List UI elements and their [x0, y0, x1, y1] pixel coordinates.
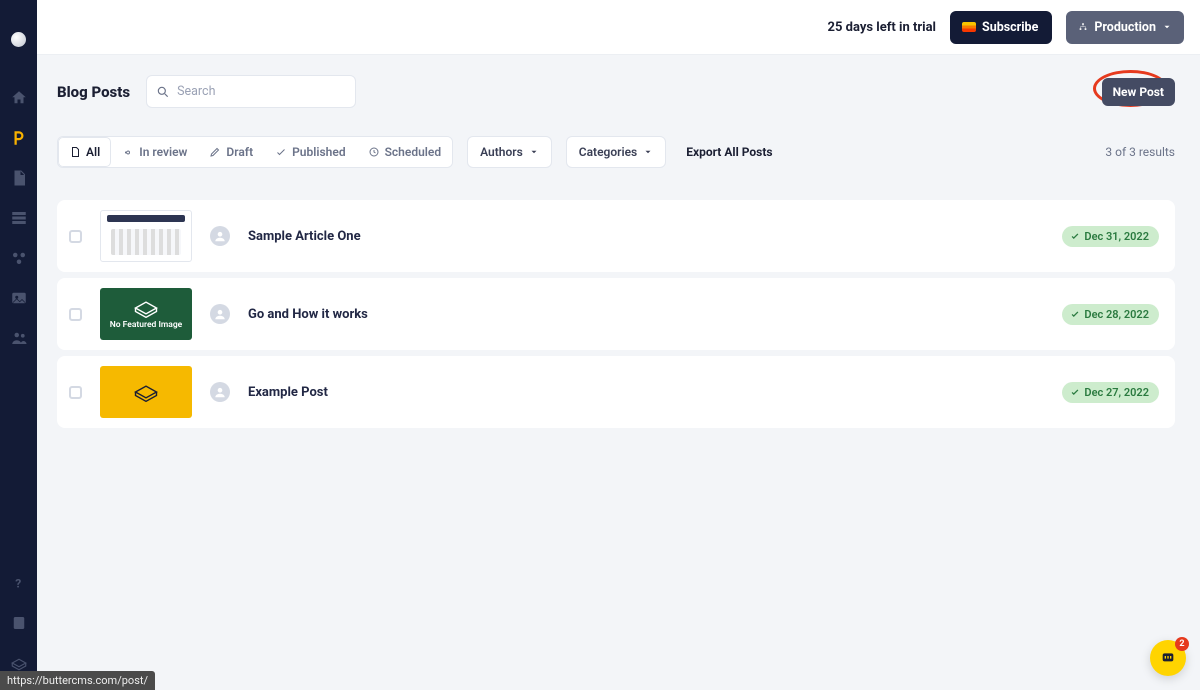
status-pill: Dec 28, 2022 [1062, 304, 1159, 325]
sidebar: ? [0, 0, 37, 690]
post-row[interactable]: Sample Article One Dec 31, 2022 [57, 200, 1175, 272]
environment-button[interactable]: Production [1066, 11, 1184, 44]
post-thumbnail: No Featured Image [100, 288, 192, 340]
filter-draft[interactable]: Draft [198, 137, 264, 167]
subscribe-label: Subscribe [982, 20, 1038, 35]
users-icon[interactable] [10, 329, 28, 347]
filter-published[interactable]: Published [264, 137, 356, 167]
status-pill: Dec 31, 2022 [1062, 226, 1159, 247]
chevron-down-icon [529, 147, 539, 157]
checkbox[interactable] [69, 230, 82, 243]
filter-all[interactable]: All [58, 137, 111, 167]
trial-text: 25 days left in trial [828, 20, 936, 35]
clock-icon [368, 146, 380, 158]
media-icon[interactable] [10, 289, 28, 307]
author-avatar [210, 304, 230, 324]
collections-icon[interactable] [10, 209, 28, 227]
post-title-link[interactable]: Go and How it works [248, 307, 368, 322]
search-wrap [146, 75, 356, 108]
search-input[interactable] [146, 75, 356, 108]
main: 25 days left in trial Subscribe Producti… [37, 0, 1200, 690]
checkbox[interactable] [69, 386, 82, 399]
subscribe-button[interactable]: Subscribe [950, 11, 1052, 44]
new-post-button[interactable]: New Post [1102, 78, 1175, 106]
components-icon[interactable] [10, 249, 28, 267]
check-icon [1070, 387, 1080, 397]
post-thumbnail [100, 366, 192, 418]
topbar: 25 days left in trial Subscribe Producti… [37, 0, 1200, 55]
results-count: 3 of 3 results [1105, 145, 1175, 159]
post-title-link[interactable]: Example Post [248, 385, 328, 400]
post-thumbnail [100, 210, 192, 262]
filter-in-review[interactable]: In review [111, 137, 198, 167]
page-title: Blog Posts [57, 83, 130, 101]
sitemap-icon [1078, 22, 1088, 32]
intercom-launcher[interactable]: 2 [1150, 640, 1186, 676]
authors-dropdown[interactable]: Authors [467, 136, 552, 168]
checkbox[interactable] [69, 308, 82, 321]
home-icon[interactable] [10, 89, 28, 107]
post-list: Sample Article One Dec 31, 2022 No Featu… [57, 200, 1175, 428]
author-avatar [210, 382, 230, 402]
help-icon[interactable]: ? [10, 574, 28, 592]
filter-scheduled[interactable]: Scheduled [357, 137, 453, 167]
infinity-icon [122, 146, 134, 158]
chevron-down-icon [643, 147, 653, 157]
post-row[interactable]: No Featured Image Go and How it works De… [57, 278, 1175, 350]
docs-icon[interactable] [10, 614, 28, 632]
status-pill: Dec 27, 2022 [1062, 382, 1159, 403]
env-label: Production [1094, 20, 1156, 35]
check-icon [1070, 231, 1080, 241]
categories-dropdown[interactable]: Categories [566, 136, 666, 168]
subscribe-icon [962, 22, 976, 32]
chat-icon [1160, 650, 1176, 666]
post-row[interactable]: Example Post Dec 27, 2022 [57, 356, 1175, 428]
status-filter-segment: All In review Draft Published [57, 136, 453, 168]
butter-icon[interactable] [10, 654, 28, 672]
check-icon [275, 146, 287, 158]
butter-icon [132, 298, 160, 318]
author-avatar [210, 226, 230, 246]
status-bar-url: https://buttercms.com/post/ [0, 671, 155, 690]
blog-icon[interactable] [10, 129, 28, 147]
user-avatar[interactable] [11, 32, 26, 47]
butter-icon [132, 382, 160, 402]
pencil-icon [209, 146, 221, 158]
check-icon [1070, 309, 1080, 319]
intercom-badge: 2 [1175, 637, 1189, 651]
post-title-link[interactable]: Sample Article One [248, 229, 361, 244]
svg-text:?: ? [15, 577, 21, 591]
chevron-down-icon [1162, 22, 1172, 32]
content: Blog Posts New Post All [37, 55, 1200, 690]
export-all-link[interactable]: Export All Posts [686, 145, 772, 159]
file-icon [69, 146, 81, 158]
pages-icon[interactable] [10, 169, 28, 187]
search-icon [156, 85, 170, 99]
